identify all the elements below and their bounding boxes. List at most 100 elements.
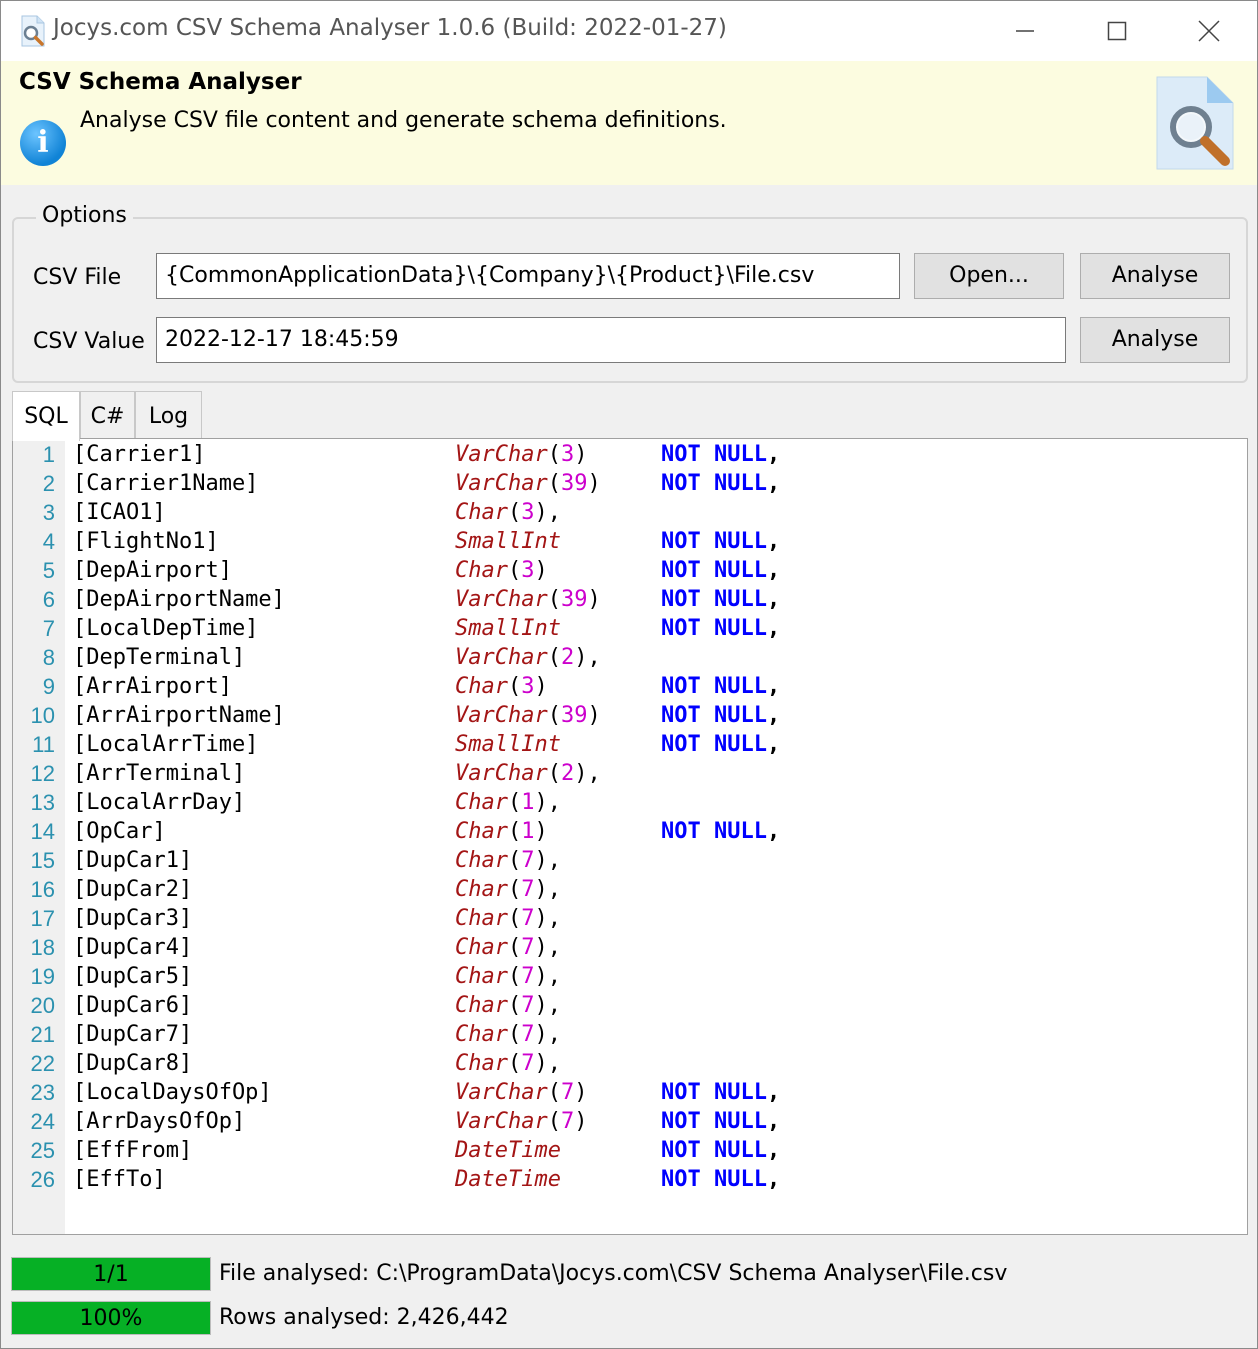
comma: , [766,471,781,496]
options-group: Options CSV File {CommonApplicationData}… [12,203,1248,383]
line-number: 2 [42,471,55,496]
comma: , [766,1167,781,1192]
line-number: 10 [30,703,55,728]
type-size: 1 [521,819,535,844]
analyse-file-button[interactable]: Analyse [1080,253,1230,299]
line-number: 15 [30,848,55,873]
line-number: 24 [30,1109,55,1134]
column-name: [DupCar4] [73,935,193,960]
csv-file-input[interactable]: {CommonApplicationData}\{Company}\{Produ… [156,253,900,299]
column-name: [OpCar] [73,819,166,844]
analyse-value-button[interactable]: Analyse [1080,317,1230,363]
column-name: [DepAirport] [73,558,232,583]
column-name: [FlightNo1] [73,529,219,554]
line-number: 14 [30,819,55,844]
line-number: 11 [32,732,55,757]
close-button[interactable] [1163,1,1255,61]
type-close: ), [534,790,561,815]
open-button[interactable]: Open... [914,253,1064,299]
column-name: [LocalDepTime] [73,616,259,641]
type-close: ) [574,1080,588,1105]
column-name: [Carrier1Name] [73,471,259,496]
type-size: 2 [560,645,575,670]
not-null-constraint: NOT NULL, [661,585,780,614]
column-name: [DupCar1] [73,848,193,873]
comma: , [766,1080,781,1105]
tab-csharp[interactable]: C# [80,391,135,439]
column-type: DateTime [455,1136,561,1165]
type-size: 1 [521,790,535,815]
type-name: Char [455,819,508,844]
column-name: [DupCar8] [73,1051,193,1076]
sql-editor[interactable]: 1 [Carrier1] VarChar(3) NOT NULL, 2 [Carrier1… [12,438,1248,1235]
line-number: 22 [30,1051,55,1076]
open-paren: ( [547,471,561,496]
column-type: Char(7), [455,1020,561,1049]
tab-sql[interactable]: SQL [12,391,80,441]
open-paren: ( [547,1109,561,1134]
maximize-button[interactable] [1071,1,1163,61]
csv-value-input[interactable]: 2022-12-17 18:45:59 [156,317,1066,363]
column-type: VarChar(3) [455,440,587,469]
type-name: SmallInt [455,732,561,757]
type-name: SmallInt [455,529,561,554]
type-size: 7 [521,1022,535,1047]
open-paren: ( [547,703,561,728]
code-line: 3 [ICAO1] Char(3), [13,498,1243,527]
type-close: ), [534,964,561,989]
code-line: 22 [DupCar8] Char(7), [13,1049,1243,1078]
type-name: Char [455,906,508,931]
keyword-not: NOT [661,616,701,641]
not-null-constraint: NOT NULL, [661,1136,780,1165]
code-line: 5 [DepAirport] Char(3) NOT NULL, [13,556,1243,585]
type-size: 7 [521,1051,535,1076]
comma: , [766,1138,781,1163]
type-name: VarChar [455,703,548,728]
code-line: 25 [EffFrom] DateTime NOT NULL, [13,1136,1243,1165]
column-name: [DepAirportName] [73,587,285,612]
type-name: VarChar [455,1109,548,1134]
line-number: 16 [30,877,55,902]
type-size: 39 [560,471,588,496]
type-close: ) [574,1109,588,1134]
code-line: 18 [DupCar4] Char(7), [13,933,1243,962]
keyword-not: NOT [661,1080,701,1105]
type-size: 7 [521,964,535,989]
comma: , [766,732,781,757]
type-size: 7 [521,877,535,902]
minimize-button[interactable] [979,1,1071,61]
header-description: Analyse CSV file content and generate sc… [80,108,727,133]
keyword-not: NOT [661,471,701,496]
type-name: Char [455,790,508,815]
column-type: VarChar(7) [455,1107,587,1136]
not-null-constraint: NOT NULL, [661,1165,780,1194]
open-paren: ( [507,993,522,1018]
open-paren: ( [507,935,522,960]
type-close: ), [534,500,561,525]
type-size: 39 [560,703,588,728]
type-name: Char [455,964,508,989]
keyword-null: NULL [714,1080,767,1105]
keyword-null: NULL [714,1109,767,1134]
open-paren: ( [547,761,561,786]
files-progress-bar: 1/1 [11,1257,211,1291]
code-line: 4 [FlightNo1] SmallInt NOT NULL, [13,527,1243,556]
keyword-not: NOT [661,529,701,554]
maximize-icon [1107,21,1127,41]
app-window: Jocys.com CSV Schema Analyser 1.0.6 (Bui… [0,0,1258,1349]
line-number: 21 [30,1022,55,1047]
line-number: 5 [42,558,55,583]
not-null-constraint: NOT NULL, [661,817,780,846]
window-title: Jocys.com CSV Schema Analyser 1.0.6 (Bui… [53,15,727,41]
code-line: 16 [DupCar2] Char(7), [13,875,1243,904]
type-name: VarChar [455,442,548,467]
code-line: 15 [DupCar1] Char(7), [13,846,1243,875]
title-bar[interactable]: Jocys.com CSV Schema Analyser 1.0.6 (Bui… [1,1,1257,61]
code-line: 17 [DupCar3] Char(7), [13,904,1243,933]
line-number: 8 [42,645,55,670]
column-type: VarChar(39) [455,469,601,498]
tab-log[interactable]: Log [135,391,202,439]
rows-progress-text: 100% [79,1306,143,1331]
column-name: [DepTerminal] [73,645,246,670]
open-paren: ( [507,848,522,873]
